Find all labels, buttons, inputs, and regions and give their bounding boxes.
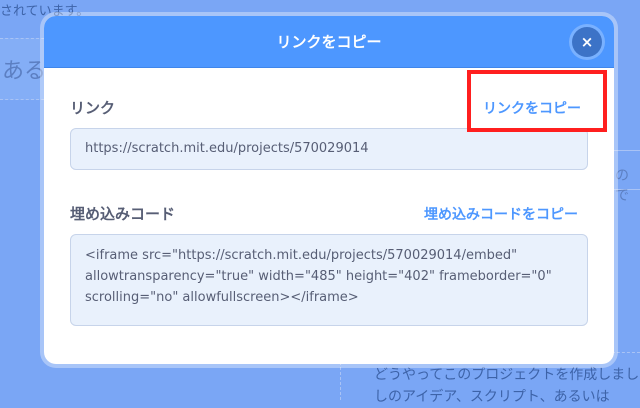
background-right-box: ので xyxy=(612,150,640,204)
modal-title: リンクをコピー xyxy=(276,33,382,51)
link-field[interactable]: https://scratch.mit.edu/projects/5700290… xyxy=(70,128,588,170)
embed-code-line: <iframe src="https://scratch.mit.edu/pro… xyxy=(85,248,518,263)
highlight-annotation-box xyxy=(467,70,607,132)
background-bottom-text: どうやってこのプロジェクトを作成しまし しのアイデア、スクリプト、あるいは xyxy=(374,364,640,408)
copy-link-modal: リンクをコピー × リンク リンクをコピー https://scratch.mi… xyxy=(44,16,614,364)
embed-section-label: 埋め込みコード xyxy=(70,205,176,223)
background-right-box-text: ので xyxy=(615,168,629,204)
embed-code-line: scrolling="no" allowfullscreen></iframe> xyxy=(85,290,359,305)
close-icon: × xyxy=(580,33,594,51)
background-bottom-line: しのアイデア、スクリプト、あるいは xyxy=(374,389,610,405)
modal-header: リンクをコピー × xyxy=(44,16,614,68)
embed-code-line: allowtransparency="true" width="485" hei… xyxy=(85,269,552,284)
embed-code-field[interactable]: <iframe src="https://scratch.mit.edu/pro… xyxy=(70,234,588,326)
background-left-box-text: ある xyxy=(2,59,47,84)
copy-embed-code-button[interactable]: 埋め込みコードをコピー xyxy=(424,204,578,224)
background-bottom-line: どうやってこのプロジェクトを作成しまし xyxy=(374,367,640,383)
close-button[interactable]: × xyxy=(572,27,602,57)
link-section-label: リンク xyxy=(70,99,116,117)
